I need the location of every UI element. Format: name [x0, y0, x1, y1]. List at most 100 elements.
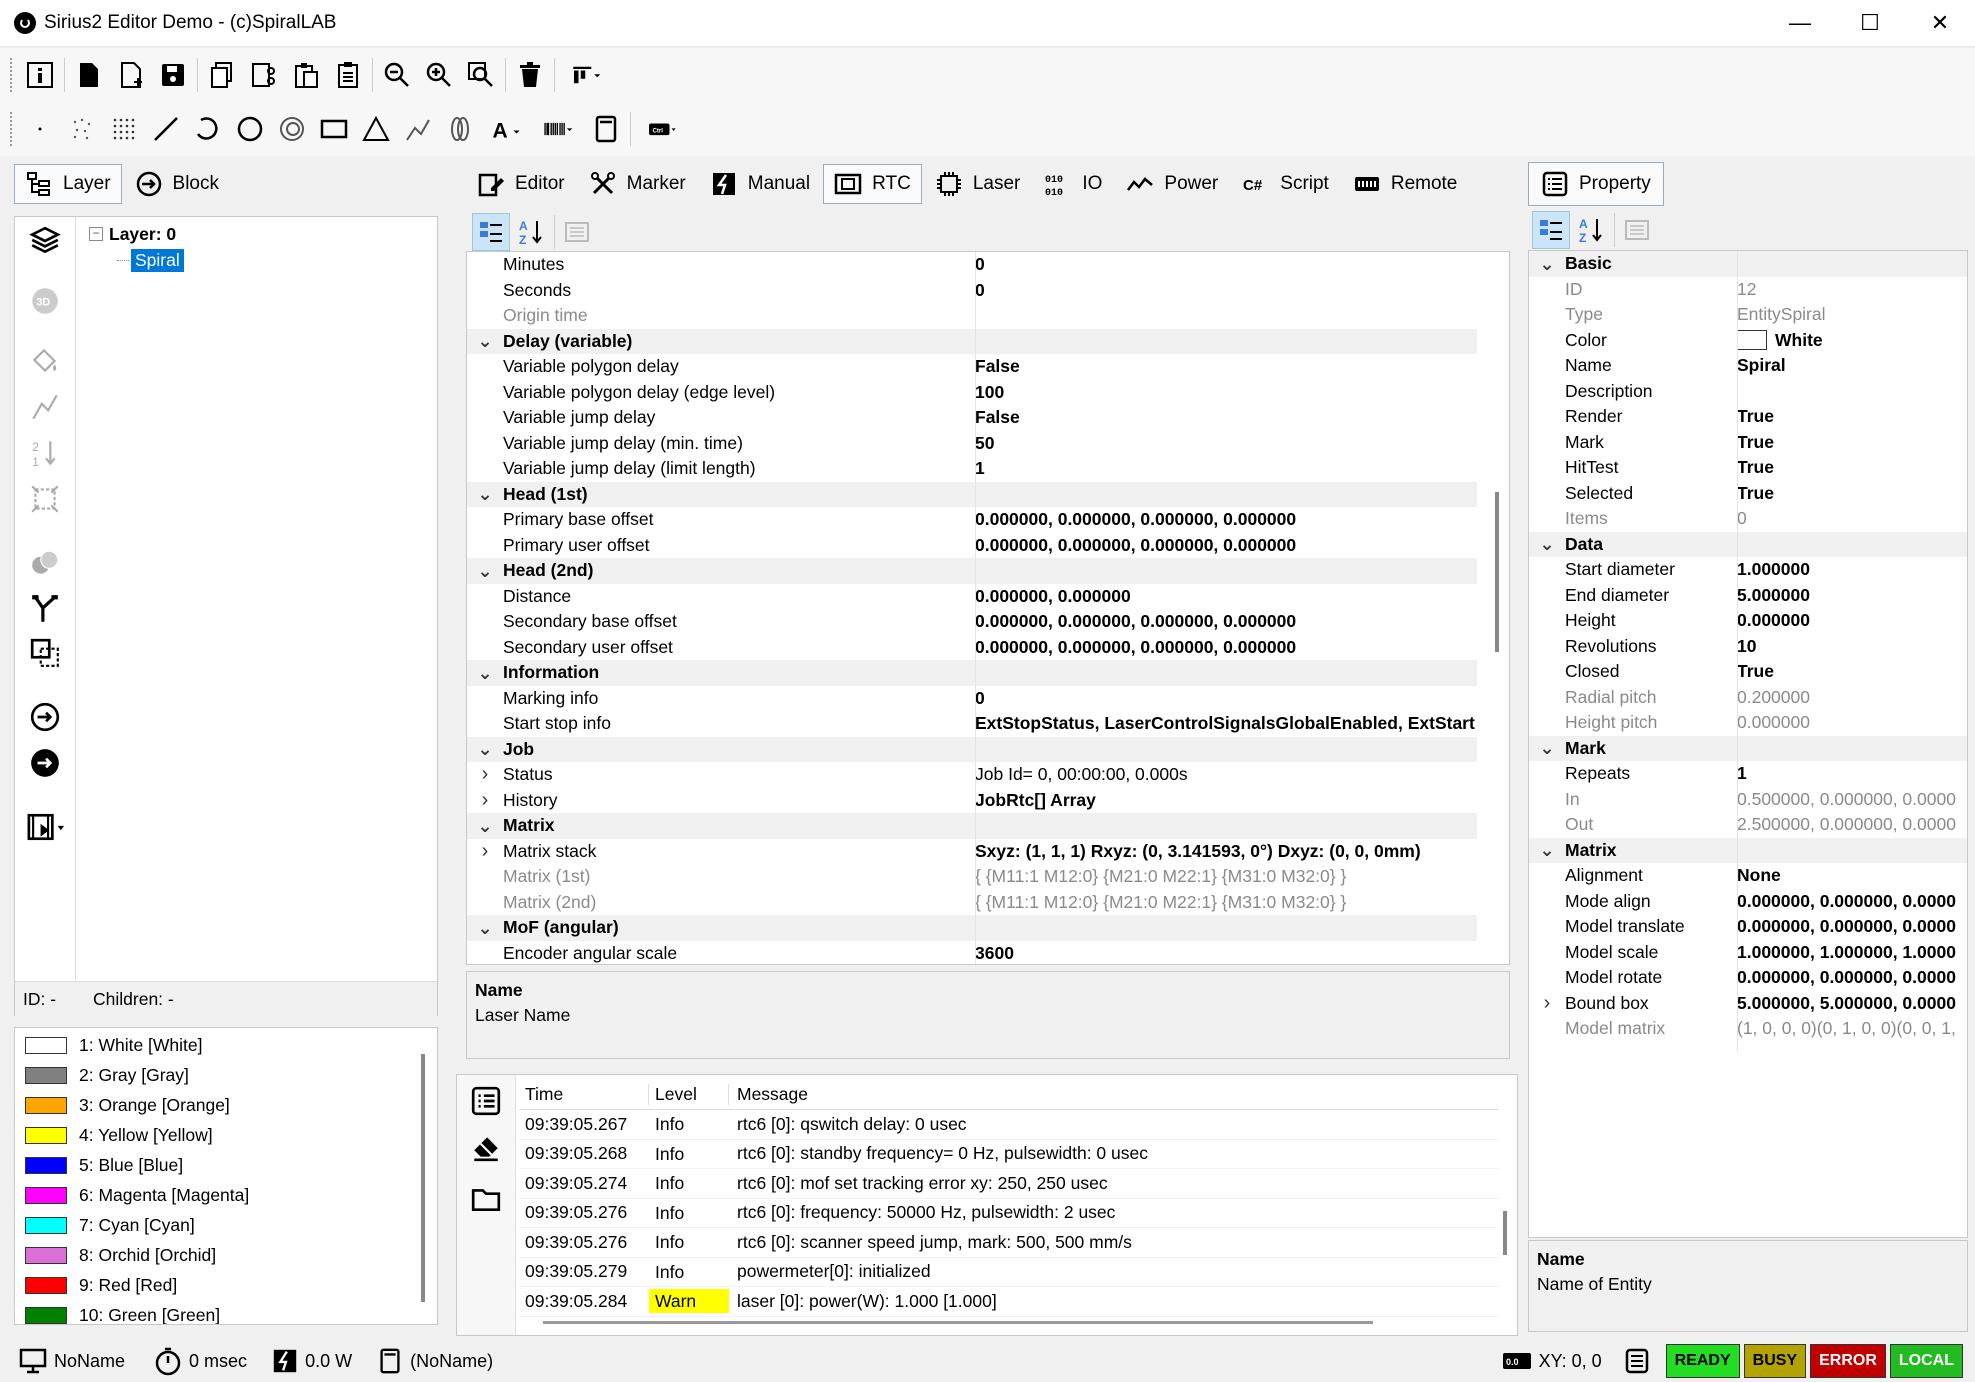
document-icon[interactable]: [588, 111, 624, 147]
grid-row[interactable]: Radial pitch 0.200000: [1529, 685, 1967, 711]
layers-icon[interactable]: [29, 225, 61, 257]
pen-item[interactable]: 7: Cyan [Cyan]: [15, 1210, 437, 1240]
collapse-icon[interactable]: −: [89, 227, 103, 241]
grid-row[interactable]: In 0.500000, 0.000000, 0.0000: [1529, 787, 1967, 813]
property-value[interactable]: ExtStopStatus, LaserControlSignalsGlobal…: [967, 713, 1475, 734]
pen-scrollbar[interactable]: [421, 1054, 425, 1302]
barcode-dropdown-icon[interactable]: [534, 111, 582, 147]
grid-category[interactable]: ⌄ Head (1st): [467, 481, 1477, 507]
toolbar-grip[interactable]: [10, 58, 16, 92]
grid-row[interactable]: › Matrix stack Sxyz: (1, 1, 1) Rxyz: (0, 3…: [467, 839, 1477, 865]
property-value[interactable]: 2.500000, 0.000000, 0.0000: [1729, 814, 1956, 835]
property-value[interactable]: Sxyz: (1, 1, 1) Rxyz: (0, 3.141593, 0°) …: [967, 841, 1421, 862]
zoom-out-icon[interactable]: [379, 57, 415, 93]
property-value[interactable]: 5.000000: [1729, 585, 1810, 606]
branch-icon[interactable]: [29, 593, 61, 625]
property-value[interactable]: White: [1775, 330, 1823, 351]
grid-row[interactable]: Matrix (1st) { {M11:1 M12:0} {M21:0 M22:1…: [467, 864, 1477, 890]
tab-layer[interactable]: Layer: [14, 164, 122, 204]
grid-row[interactable]: › History JobRtc[] Array: [467, 788, 1477, 814]
property-value[interactable]: { {M11:1 M12:0} {M21:0 M22:1} {M31:0 M32…: [967, 892, 1346, 913]
log-list-icon[interactable]: [470, 1085, 502, 1117]
grid-row[interactable]: Start stop info ExtStopStatus, LaserContr…: [467, 711, 1477, 737]
property-value[interactable]: 0.000000, 0.000000, 0.000000, 0.000000: [967, 611, 1296, 632]
collapse-chevron-icon[interactable]: ⌄: [467, 664, 503, 682]
grid-row[interactable]: Origin time: [467, 303, 1477, 329]
grid-row[interactable]: HitTest True: [1529, 455, 1967, 481]
grid-row[interactable]: Mark True: [1529, 430, 1967, 456]
fill-icon[interactable]: [29, 345, 61, 377]
log-row[interactable]: 09:39:05.284 Warn laser [0]: power(W): 1.0…: [519, 1287, 1499, 1317]
collapse-chevron-icon[interactable]: ⌄: [1529, 535, 1565, 553]
collapse-chevron-icon[interactable]: ⌄: [467, 919, 503, 937]
grid-row[interactable]: Selected True: [1529, 481, 1967, 507]
property-value[interactable]: 0.000000: [1729, 712, 1810, 733]
property-value[interactable]: 1.000000: [1729, 559, 1810, 580]
expand-chevron-icon[interactable]: ›: [467, 840, 503, 863]
property-value[interactable]: 5.000000, 5.000000, 0.0000: [1729, 993, 1956, 1014]
grid-row[interactable]: Closed True: [1529, 659, 1967, 685]
grid-row[interactable]: Distance 0.000000, 0.000000: [467, 584, 1477, 610]
collapse-chevron-icon[interactable]: ⌄: [467, 740, 503, 758]
property-value[interactable]: True: [1729, 406, 1774, 427]
property-value[interactable]: 0.000000, 0.000000, 0.000000, 0.000000: [967, 509, 1296, 530]
folder-icon[interactable]: [470, 1183, 502, 1215]
grid-row[interactable]: Color White: [1529, 328, 1967, 354]
grid-row[interactable]: Matrix (2nd) { {M11:1 M12:0} {M21:0 M22:1…: [467, 890, 1477, 916]
tab-manual[interactable]: Manual: [699, 164, 821, 204]
property-value[interactable]: { {M11:1 M12:0} {M21:0 M22:1} {M31:0 M32…: [967, 866, 1346, 887]
pen-item[interactable]: 2: Gray [Gray]: [15, 1060, 437, 1090]
property-value[interactable]: 0.000000, 0.000000, 0.000000, 0.000000: [967, 637, 1296, 658]
tab-io[interactable]: 010 010 IO: [1033, 164, 1113, 204]
property-value[interactable]: EntitySpiral: [1729, 304, 1826, 325]
keyboard-dropdown-icon[interactable]: Ctrl: [637, 111, 687, 147]
info-icon[interactable]: [22, 57, 58, 93]
grid-row[interactable]: Model translate 0.000000, 0.000000, 0.000…: [1529, 914, 1967, 940]
grid-category[interactable]: ⌄ Information: [467, 660, 1477, 686]
property-value[interactable]: 10: [1729, 636, 1756, 657]
grid-row[interactable]: Render True: [1529, 404, 1967, 430]
grid-row[interactable]: Secondary user offset 0.000000, 0.000000,…: [467, 635, 1477, 661]
grid-row[interactable]: Marking info 0: [467, 686, 1477, 712]
copy-icon[interactable]: [204, 57, 240, 93]
grid-row[interactable]: Out 2.500000, 0.000000, 0.0000: [1529, 812, 1967, 838]
open-document-icon[interactable]: [113, 57, 149, 93]
grid-row[interactable]: Secondary base offset 0.000000, 0.000000,…: [467, 609, 1477, 635]
grid-row[interactable]: Variable jump delay False: [467, 405, 1477, 431]
arc-icon[interactable]: [190, 111, 226, 147]
grid-category[interactable]: ⌄ Delay (variable): [467, 328, 1477, 354]
grid-row[interactable]: Start diameter 1.000000: [1529, 557, 1967, 583]
property-value[interactable]: 0.200000: [1729, 687, 1810, 708]
pen-item[interactable]: 6: Magenta [Magenta]: [15, 1180, 437, 1210]
toolbar-grip[interactable]: [10, 112, 16, 146]
property-value[interactable]: 0.000000, 0.000000, 0.000000, 0.000000: [967, 535, 1296, 556]
grid-row[interactable]: Encoder angular scale 3600: [467, 941, 1477, 965]
log-row[interactable]: 09:39:05.279 Info powermeter[0]: initializ…: [519, 1258, 1499, 1287]
grid-row[interactable]: Alignment None: [1529, 863, 1967, 889]
paste-icon[interactable]: [288, 57, 324, 93]
property-value[interactable]: 0.500000, 0.000000, 0.0000: [1729, 789, 1956, 810]
goto-origin-icon[interactable]: [29, 701, 61, 733]
align-dropdown-icon[interactable]: [561, 57, 611, 93]
line-icon[interactable]: [148, 111, 184, 147]
polyline-icon[interactable]: [400, 111, 436, 147]
point-icon[interactable]: [22, 111, 58, 147]
log-header-time[interactable]: Time: [519, 1083, 649, 1105]
grid-row[interactable]: Model scale 1.000000, 1.000000, 1.0000: [1529, 940, 1967, 966]
grid-category[interactable]: ⌄ Matrix: [467, 813, 1477, 839]
eraser-icon[interactable]: [470, 1131, 502, 1163]
property-value[interactable]: (1, 0, 0, 0)(0, 1, 0, 0)(0, 0, 1,: [1729, 1018, 1956, 1039]
grid-row[interactable]: Model rotate 0.000000, 0.000000, 0.0000: [1529, 965, 1967, 991]
collapse-chevron-icon[interactable]: ⌄: [467, 485, 503, 503]
pen-item[interactable]: 10: Green [Green]: [15, 1300, 437, 1324]
paste-array-icon[interactable]: [330, 57, 366, 93]
tab-rtc[interactable]: RTC: [823, 164, 922, 204]
path-icon[interactable]: [29, 391, 61, 423]
rectangle-icon[interactable]: [316, 111, 352, 147]
tab-remote[interactable]: Remote: [1342, 164, 1469, 204]
property-value[interactable]: True: [1729, 661, 1774, 682]
grid-row[interactable]: Revolutions 10: [1529, 634, 1967, 660]
alphabetical-icon[interactable]: AZ: [1574, 212, 1610, 248]
pen-item[interactable]: 1: White [White]: [15, 1030, 437, 1060]
property-value[interactable]: 0.000000, 0.000000, 0.0000: [1729, 891, 1956, 912]
